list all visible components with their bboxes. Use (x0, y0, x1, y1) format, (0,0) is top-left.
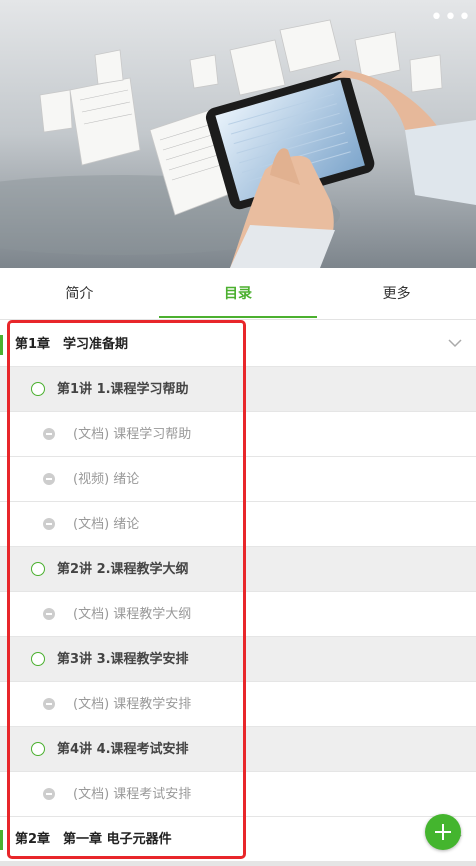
tab-intro[interactable]: 简介 (0, 268, 159, 319)
lesson-circle-icon (31, 742, 45, 756)
lesson-circle-icon (31, 652, 45, 666)
lesson-title: 第3讲 3.课程教学安排 (57, 652, 189, 667)
list-item[interactable]: (文档) 绪论 (0, 502, 476, 547)
lesson-circle-icon (31, 562, 45, 576)
item-title: (视频) 绪论 (73, 472, 140, 487)
tab-catalog[interactable]: 目录 (158, 268, 318, 319)
list-item[interactable]: (文档) 课程教学安排 (0, 682, 476, 727)
course-cover-image: ••• (0, 0, 476, 268)
lesson-row[interactable]: 第3讲 3.课程教学安排 (0, 637, 476, 682)
lesson-row[interactable]: 第1讲 1.课程学习帮助 (0, 367, 476, 412)
course-tabs: 简介 目录 更多 (0, 268, 476, 320)
chapter-row[interactable]: 第2章 第一章 电子元器件 (0, 817, 476, 862)
catalog-list: 第1章 学习准备期 第1讲 1.课程学习帮助 (文档) 课程学习帮助 (视频) … (0, 322, 476, 862)
tab-more[interactable]: 更多 (317, 268, 476, 319)
item-title: (文档) 课程教学安排 (73, 697, 192, 712)
more-options-button[interactable]: ••• (430, 7, 471, 32)
lesson-row[interactable]: 第2讲 2.课程教学大纲 (0, 547, 476, 592)
item-title: (文档) 课程教学大纲 (73, 607, 192, 622)
lesson-title: 第4讲 4.课程考试安排 (57, 742, 189, 757)
more-dots-icon: ••• (430, 5, 472, 30)
document-icon (43, 608, 55, 620)
chapter-accent-bar (0, 830, 3, 850)
bottom-divider (0, 862, 476, 866)
lesson-circle-icon (31, 382, 45, 396)
video-icon (43, 473, 55, 485)
document-icon (43, 788, 55, 800)
list-item[interactable]: (文档) 课程考试安排 (0, 772, 476, 817)
lesson-title: 第2讲 2.课程教学大纲 (57, 562, 189, 577)
item-title: (文档) 绪论 (73, 517, 140, 532)
chapter-accent-bar (0, 335, 3, 355)
document-icon (43, 428, 55, 440)
list-item[interactable]: (视频) 绪论 (0, 457, 476, 502)
chapter-title: 第2章 第一章 电子元器件 (15, 832, 172, 847)
list-item[interactable]: (文档) 课程教学大纲 (0, 592, 476, 637)
item-title: (文档) 课程学习帮助 (73, 427, 192, 442)
chevron-down-icon[interactable] (444, 332, 466, 354)
list-item[interactable]: (文档) 课程学习帮助 (0, 412, 476, 457)
chapter-title: 第1章 学习准备期 (15, 337, 129, 352)
lesson-row[interactable]: 第4讲 4.课程考试安排 (0, 727, 476, 772)
lesson-title: 第1讲 1.课程学习帮助 (57, 382, 189, 397)
document-icon (43, 698, 55, 710)
document-icon (43, 518, 55, 530)
chapter-row[interactable]: 第1章 学习准备期 (0, 322, 476, 367)
add-button[interactable] (425, 814, 461, 850)
tablet-hands-illustration (0, 0, 476, 268)
item-title: (文档) 课程考试安排 (73, 787, 192, 802)
